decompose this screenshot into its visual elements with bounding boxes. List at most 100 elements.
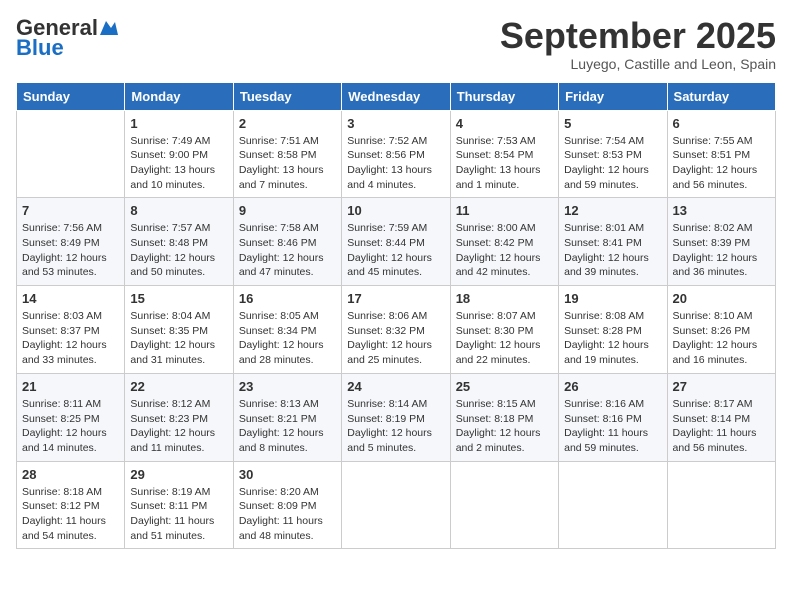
day-header-friday: Friday: [559, 82, 667, 110]
day-header-thursday: Thursday: [450, 82, 558, 110]
day-info: Sunrise: 8:16 AMSunset: 8:16 PMDaylight:…: [564, 397, 661, 456]
calendar-cell: 13 Sunrise: 8:02 AMSunset: 8:39 PMDayligh…: [667, 198, 775, 286]
day-number: 17: [347, 291, 444, 306]
logo-blue: Blue: [16, 36, 64, 60]
calendar-cell: 21 Sunrise: 8:11 AMSunset: 8:25 PMDayligh…: [17, 373, 125, 461]
calendar-cell: 1 Sunrise: 7:49 AMSunset: 9:00 PMDaylight…: [125, 110, 233, 198]
day-info: Sunrise: 8:05 AMSunset: 8:34 PMDaylight:…: [239, 309, 336, 368]
day-number: 29: [130, 467, 227, 482]
logo-icon: [98, 17, 120, 39]
day-info: Sunrise: 8:18 AMSunset: 8:12 PMDaylight:…: [22, 485, 119, 544]
day-info: Sunrise: 8:11 AMSunset: 8:25 PMDaylight:…: [22, 397, 119, 456]
day-number: 4: [456, 116, 553, 131]
day-number: 22: [130, 379, 227, 394]
day-info: Sunrise: 8:00 AMSunset: 8:42 PMDaylight:…: [456, 221, 553, 280]
day-header-saturday: Saturday: [667, 82, 775, 110]
day-info: Sunrise: 7:53 AMSunset: 8:54 PMDaylight:…: [456, 134, 553, 193]
calendar-cell: [559, 461, 667, 549]
day-number: 10: [347, 203, 444, 218]
day-info: Sunrise: 8:10 AMSunset: 8:26 PMDaylight:…: [673, 309, 770, 368]
calendar-cell: 26 Sunrise: 8:16 AMSunset: 8:16 PMDayligh…: [559, 373, 667, 461]
calendar-week-row: 7 Sunrise: 7:56 AMSunset: 8:49 PMDaylight…: [17, 198, 776, 286]
calendar-cell: [17, 110, 125, 198]
day-number: 18: [456, 291, 553, 306]
calendar-header-row: SundayMondayTuesdayWednesdayThursdayFrid…: [17, 82, 776, 110]
calendar-cell: 16 Sunrise: 8:05 AMSunset: 8:34 PMDayligh…: [233, 286, 341, 374]
day-info: Sunrise: 8:04 AMSunset: 8:35 PMDaylight:…: [130, 309, 227, 368]
day-number: 2: [239, 116, 336, 131]
calendar-cell: 14 Sunrise: 8:03 AMSunset: 8:37 PMDayligh…: [17, 286, 125, 374]
day-info: Sunrise: 8:13 AMSunset: 8:21 PMDaylight:…: [239, 397, 336, 456]
calendar-cell: 19 Sunrise: 8:08 AMSunset: 8:28 PMDayligh…: [559, 286, 667, 374]
day-info: Sunrise: 7:56 AMSunset: 8:49 PMDaylight:…: [22, 221, 119, 280]
day-info: Sunrise: 8:02 AMSunset: 8:39 PMDaylight:…: [673, 221, 770, 280]
day-info: Sunrise: 8:07 AMSunset: 8:30 PMDaylight:…: [456, 309, 553, 368]
calendar-week-row: 1 Sunrise: 7:49 AMSunset: 9:00 PMDaylight…: [17, 110, 776, 198]
calendar-cell: 28 Sunrise: 8:18 AMSunset: 8:12 PMDayligh…: [17, 461, 125, 549]
calendar-cell: 11Sunrise: 8:00 AMSunset: 8:42 PMDayligh…: [450, 198, 558, 286]
calendar-cell: 9 Sunrise: 7:58 AMSunset: 8:46 PMDaylight…: [233, 198, 341, 286]
day-header-wednesday: Wednesday: [342, 82, 450, 110]
calendar-cell: 3 Sunrise: 7:52 AMSunset: 8:56 PMDaylight…: [342, 110, 450, 198]
day-number: 28: [22, 467, 119, 482]
day-number: 21: [22, 379, 119, 394]
day-number: 16: [239, 291, 336, 306]
day-number: 7: [22, 203, 119, 218]
day-number: 5: [564, 116, 661, 131]
calendar-cell: 6 Sunrise: 7:55 AMSunset: 8:51 PMDaylight…: [667, 110, 775, 198]
day-info: Sunrise: 8:20 AMSunset: 8:09 PMDaylight:…: [239, 485, 336, 544]
day-info: Sunrise: 7:49 AMSunset: 9:00 PMDaylight:…: [130, 134, 227, 193]
day-number: 20: [673, 291, 770, 306]
day-info: Sunrise: 8:14 AMSunset: 8:19 PMDaylight:…: [347, 397, 444, 456]
day-info: Sunrise: 7:58 AMSunset: 8:46 PMDaylight:…: [239, 221, 336, 280]
day-info: Sunrise: 8:15 AMSunset: 8:18 PMDaylight:…: [456, 397, 553, 456]
day-number: 6: [673, 116, 770, 131]
calendar-cell: 5 Sunrise: 7:54 AMSunset: 8:53 PMDaylight…: [559, 110, 667, 198]
day-header-tuesday: Tuesday: [233, 82, 341, 110]
calendar-cell: [667, 461, 775, 549]
calendar-cell: 30 Sunrise: 8:20 AMSunset: 8:09 PMDayligh…: [233, 461, 341, 549]
calendar-cell: 4 Sunrise: 7:53 AMSunset: 8:54 PMDaylight…: [450, 110, 558, 198]
calendar-cell: [342, 461, 450, 549]
page-header: General Blue September 2025 Luyego, Cast…: [16, 16, 776, 72]
day-info: Sunrise: 7:55 AMSunset: 8:51 PMDaylight:…: [673, 134, 770, 193]
location-subtitle: Luyego, Castille and Leon, Spain: [500, 56, 776, 72]
calendar-week-row: 28 Sunrise: 8:18 AMSunset: 8:12 PMDayligh…: [17, 461, 776, 549]
calendar-table: SundayMondayTuesdayWednesdayThursdayFrid…: [16, 82, 776, 550]
calendar-week-row: 14 Sunrise: 8:03 AMSunset: 8:37 PMDayligh…: [17, 286, 776, 374]
day-info: Sunrise: 8:17 AMSunset: 8:14 PMDaylight:…: [673, 397, 770, 456]
month-title: September 2025: [500, 16, 776, 56]
day-info: Sunrise: 8:19 AMSunset: 8:11 PMDaylight:…: [130, 485, 227, 544]
logo: General Blue: [16, 16, 120, 60]
day-info: Sunrise: 7:57 AMSunset: 8:48 PMDaylight:…: [130, 221, 227, 280]
day-header-monday: Monday: [125, 82, 233, 110]
day-number: 19: [564, 291, 661, 306]
day-info: Sunrise: 8:06 AMSunset: 8:32 PMDaylight:…: [347, 309, 444, 368]
calendar-cell: 24Sunrise: 8:14 AMSunset: 8:19 PMDayligh…: [342, 373, 450, 461]
day-info: Sunrise: 7:51 AMSunset: 8:58 PMDaylight:…: [239, 134, 336, 193]
day-info: Sunrise: 7:52 AMSunset: 8:56 PMDaylight:…: [347, 134, 444, 193]
calendar-cell: 8 Sunrise: 7:57 AMSunset: 8:48 PMDaylight…: [125, 198, 233, 286]
calendar-cell: 12Sunrise: 8:01 AMSunset: 8:41 PMDayligh…: [559, 198, 667, 286]
day-info: Sunrise: 8:03 AMSunset: 8:37 PMDaylight:…: [22, 309, 119, 368]
day-info: Sunrise: 7:59 AMSunset: 8:44 PMDaylight:…: [347, 221, 444, 280]
day-number: 9: [239, 203, 336, 218]
day-number: 8: [130, 203, 227, 218]
day-info: Sunrise: 8:08 AMSunset: 8:28 PMDaylight:…: [564, 309, 661, 368]
day-number: 23: [239, 379, 336, 394]
calendar-cell: 20 Sunrise: 8:10 AMSunset: 8:26 PMDayligh…: [667, 286, 775, 374]
day-number: 3: [347, 116, 444, 131]
day-header-sunday: Sunday: [17, 82, 125, 110]
calendar-cell: [450, 461, 558, 549]
day-number: 1: [130, 116, 227, 131]
calendar-cell: 7 Sunrise: 7:56 AMSunset: 8:49 PMDaylight…: [17, 198, 125, 286]
calendar-cell: 2 Sunrise: 7:51 AMSunset: 8:58 PMDaylight…: [233, 110, 341, 198]
day-number: 13: [673, 203, 770, 218]
day-number: 14: [22, 291, 119, 306]
day-number: 30: [239, 467, 336, 482]
day-info: Sunrise: 7:54 AMSunset: 8:53 PMDaylight:…: [564, 134, 661, 193]
day-number: 26: [564, 379, 661, 394]
calendar-cell: 18 Sunrise: 8:07 AMSunset: 8:30 PMDayligh…: [450, 286, 558, 374]
title-block: September 2025 Luyego, Castille and Leon…: [500, 16, 776, 72]
day-number: 25: [456, 379, 553, 394]
